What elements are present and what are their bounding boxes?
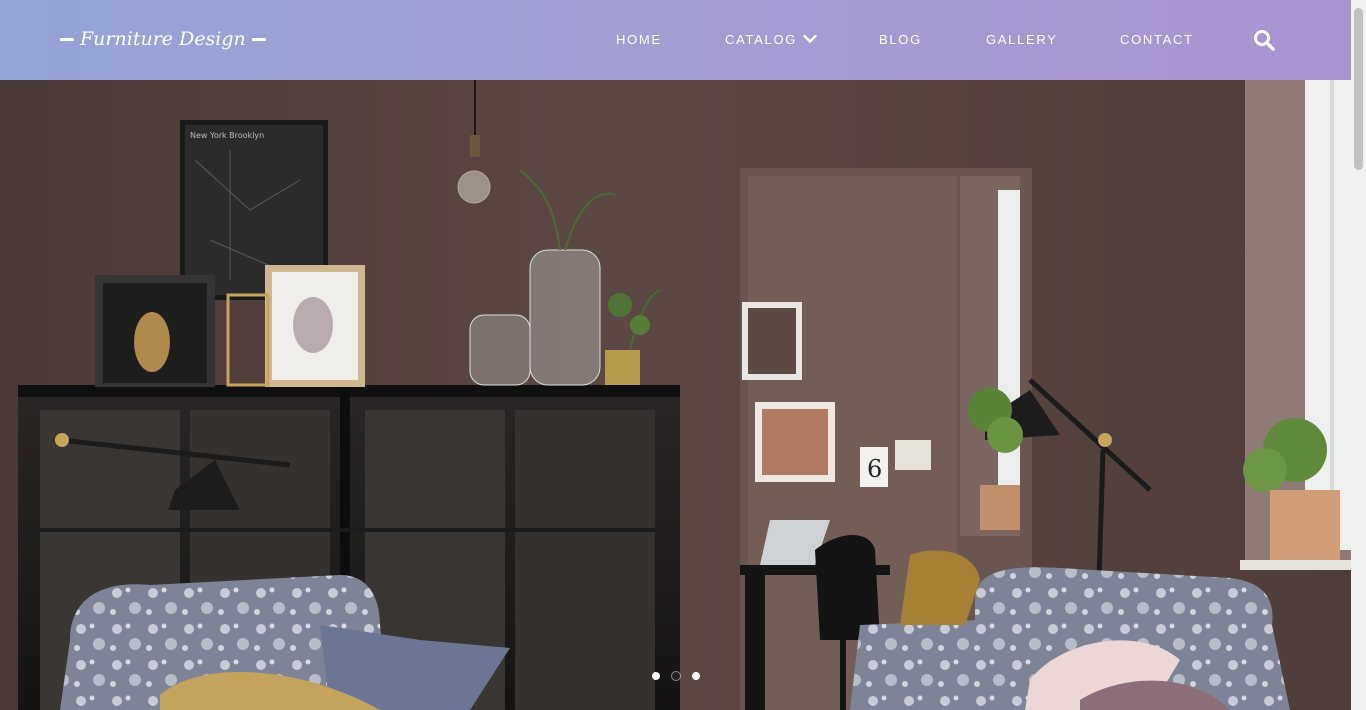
slider-dot[interactable] [652, 672, 660, 680]
hero-image: 6 New York Brooklyn [0, 80, 1351, 710]
slider-dot-active[interactable] [672, 672, 680, 680]
nav-catalog[interactable]: CATALOG [725, 31, 797, 49]
poster-text: New York Brooklyn [190, 131, 264, 140]
logo-text: Furniture Design [80, 28, 246, 50]
number-card: 6 [867, 455, 882, 483]
logo-dash-left [60, 37, 74, 41]
nav-gallery[interactable]: GALLERY [986, 31, 1058, 49]
nav-home[interactable]: HOME [616, 31, 662, 49]
chevron-down-icon[interactable] [803, 34, 817, 44]
search-icon[interactable] [1253, 29, 1275, 51]
nav-contact[interactable]: CONTACT [1120, 31, 1194, 49]
nav-blog[interactable]: BLOG [879, 31, 922, 49]
logo-dash-right [251, 37, 266, 41]
slider-dots [652, 672, 700, 680]
slider-dot[interactable] [692, 672, 700, 680]
scrollbar-thumb[interactable] [1354, 8, 1363, 170]
page-scrollbar[interactable] [1351, 0, 1366, 710]
living-room-photo: 6 New York Brooklyn [0, 80, 1351, 710]
site-logo[interactable]: Furniture Design [60, 22, 266, 56]
site-header: Furniture Design HOME CATALOG BLOG GALLE… [0, 0, 1351, 80]
